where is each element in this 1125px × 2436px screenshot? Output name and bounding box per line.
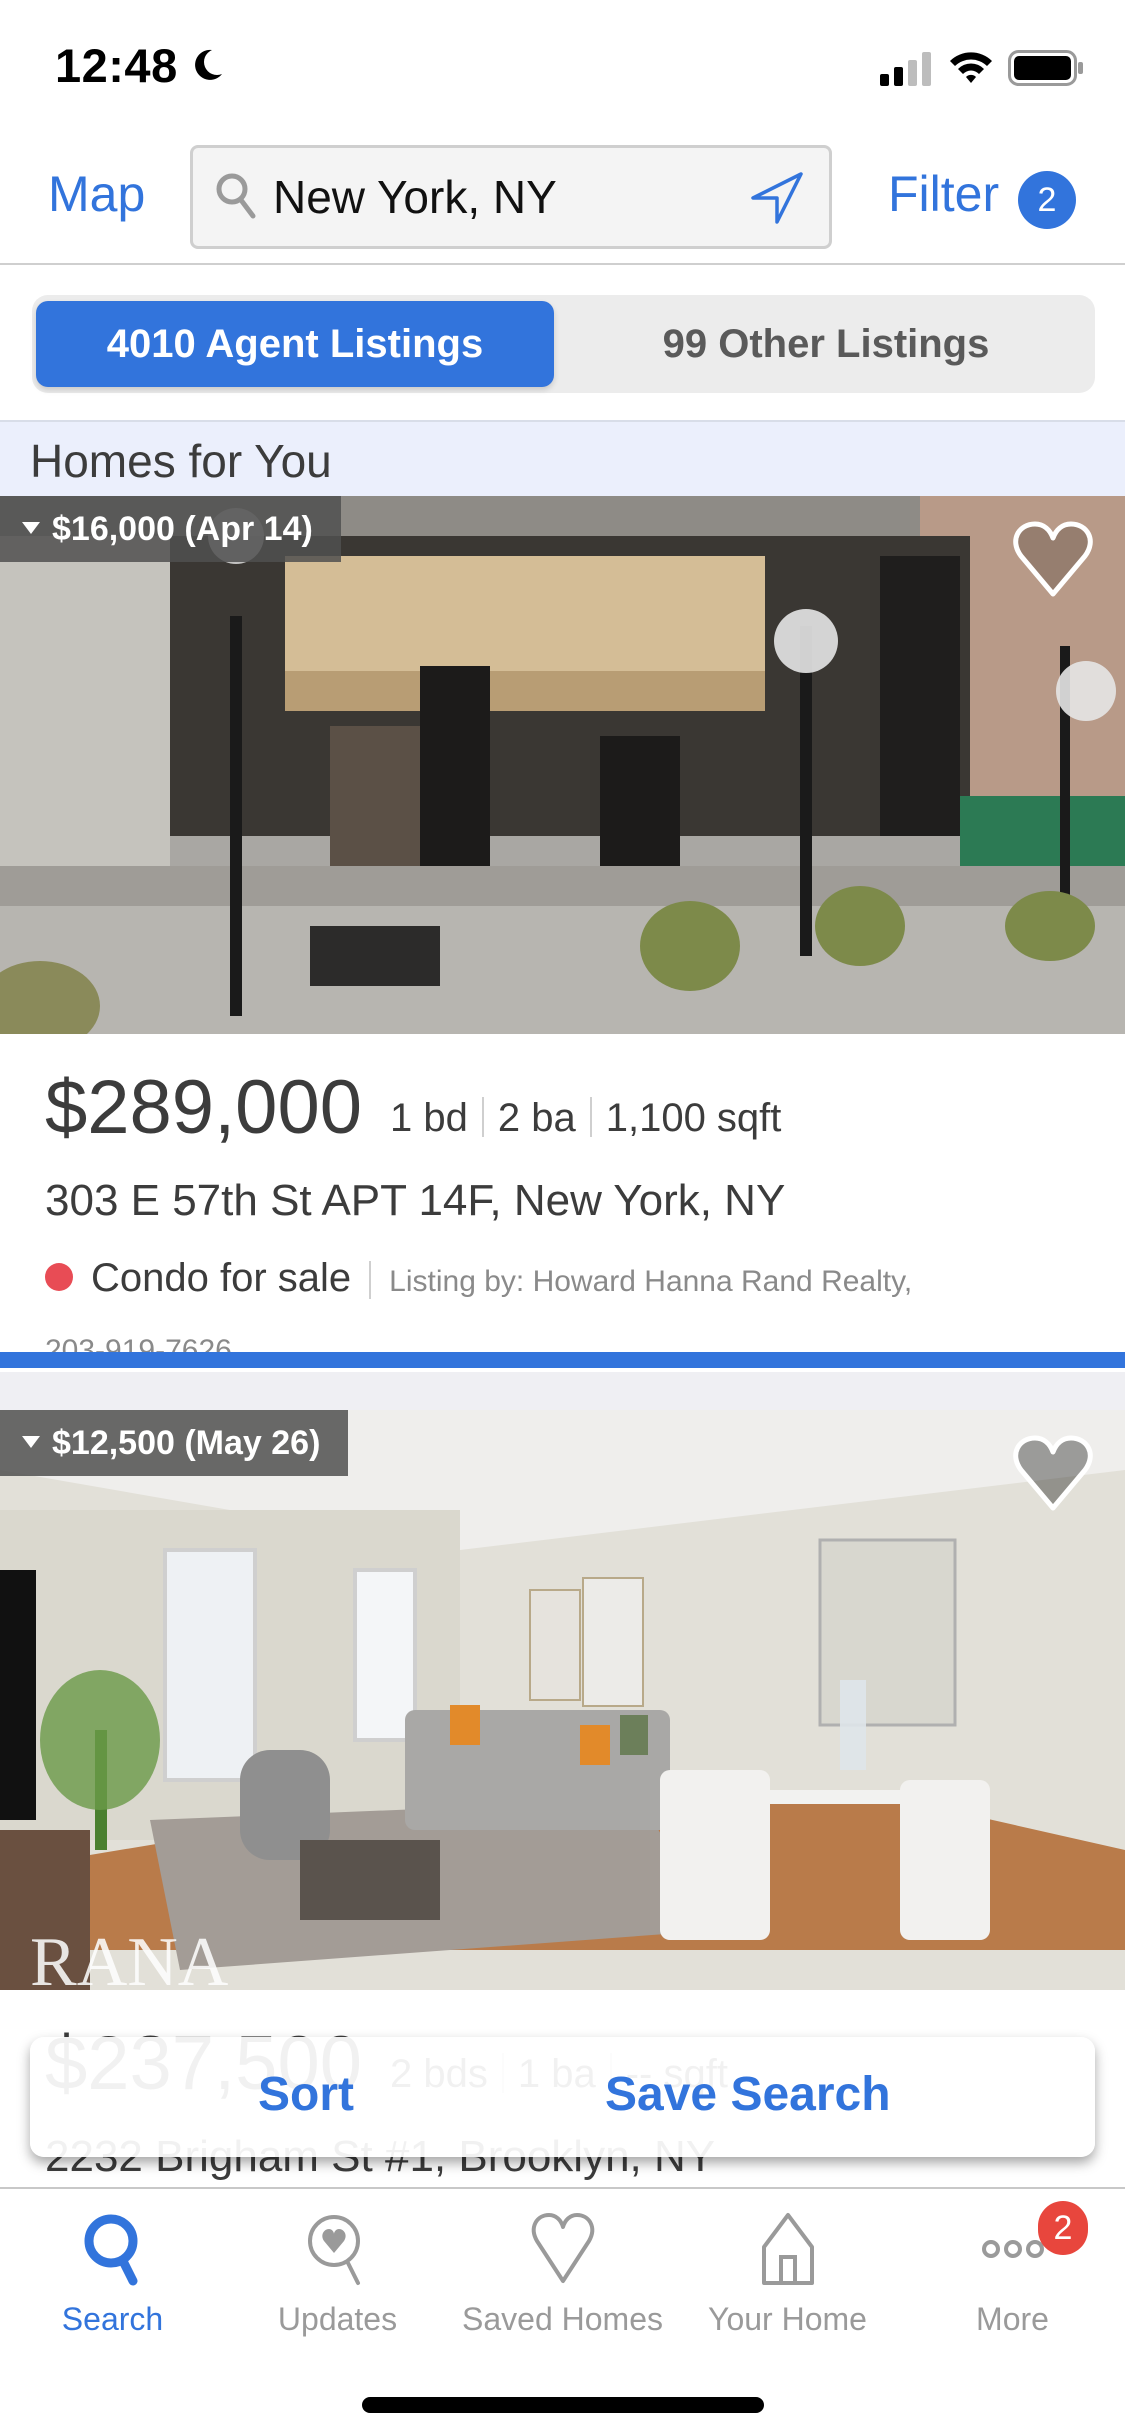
- tab-label: Saved Homes: [462, 2301, 663, 2337]
- search-icon: [216, 173, 256, 219]
- updates-icon: [307, 2215, 360, 2285]
- listing-card[interactable]: $16,000 (Apr 14) $289,000 1 bd 2 ba 1,100 …: [0, 496, 1125, 1376]
- listing-price: $289,000: [45, 1065, 362, 1150]
- home-indicator[interactable]: [362, 2397, 764, 2413]
- heart-icon[interactable]: [1011, 520, 1095, 600]
- listing-photo[interactable]: RANA $12,500 (May 26): [0, 1410, 1125, 1990]
- listing-stats: 1 bd 2 ba 1,100 sqft: [390, 1096, 781, 1141]
- down-arrow-icon: [22, 522, 40, 535]
- card-separator: [0, 1372, 1125, 1412]
- listing-type-row: Condo for sale Listing by: Howard Hanna R…: [45, 1256, 1095, 1300]
- save-search-button[interactable]: Save Search: [605, 2067, 891, 2122]
- price-drop-tag: $12,500 (May 26): [0, 1410, 349, 1476]
- section-header: Homes for You: [0, 420, 1125, 496]
- location-arrow-icon[interactable]: [747, 168, 807, 228]
- tab-label: Updates: [277, 2301, 398, 2337]
- listing-photo[interactable]: $16,000 (Apr 14): [0, 496, 1125, 1034]
- baths: 2 ba: [497, 1096, 576, 1140]
- divider: [369, 1261, 372, 1300]
- photo-watermark: RANA: [30, 1924, 229, 1990]
- tab-updates[interactable]: Updates: [225, 2209, 450, 2359]
- sort-save-action-bar: Sort Save Search: [30, 2037, 1095, 2157]
- tab-label: Search: [61, 2301, 164, 2337]
- cellular-signal-icon: [880, 52, 931, 86]
- search-header: Map New York, NY Filter 2: [0, 135, 1125, 265]
- divider: [481, 1097, 484, 1138]
- tab-more[interactable]: 2 More: [900, 2201, 1125, 2359]
- tab-agent-listings[interactable]: 4010 Agent Listings: [36, 301, 554, 387]
- search-value: New York, NY: [273, 171, 557, 223]
- card-accent-bar: [0, 1352, 1125, 1368]
- notification-badge: 2: [1038, 2201, 1088, 2255]
- moon-icon: [195, 49, 222, 80]
- down-arrow-icon: [22, 1436, 40, 1449]
- living-room-photo: RANA: [0, 1410, 1125, 1990]
- filter-count-badge[interactable]: 2: [1018, 171, 1076, 229]
- sort-button[interactable]: Sort: [258, 2067, 354, 2122]
- tab-your-home[interactable]: Your Home: [675, 2209, 900, 2359]
- sqft: 1,100 sqft: [605, 1096, 782, 1140]
- price-drop-tag: $16,000 (Apr 14): [0, 496, 341, 562]
- tab-other-listings[interactable]: 99 Other Listings: [562, 301, 1090, 387]
- filter-button[interactable]: Filter: [888, 165, 999, 223]
- battery-icon: [1008, 50, 1083, 86]
- section-title: Homes for You: [30, 435, 332, 487]
- status-time: 12:48: [55, 39, 178, 92]
- house-icon: [761, 2213, 814, 2285]
- listing-type-segmented-control: 4010 Agent Listings 99 Other Listings: [32, 295, 1095, 393]
- divider: [589, 1097, 592, 1138]
- tab-label: Your Home: [708, 2301, 867, 2337]
- wifi-icon: [950, 52, 992, 83]
- beds: 1 bd: [390, 1096, 468, 1140]
- price-drop-text: $12,500 (May 26): [52, 1424, 321, 1462]
- map-button[interactable]: Map: [48, 165, 145, 223]
- heart-icon[interactable]: [1011, 1434, 1095, 1514]
- location-search-input[interactable]: New York, NY: [190, 145, 832, 249]
- listing-details: $289,000 1 bd 2 ba 1,100 sqft 303 E 57th S…: [0, 1034, 1125, 1367]
- status-bar: 12:48: [0, 0, 1125, 135]
- tab-label: More: [976, 2301, 1049, 2337]
- price-drop-text: $16,000 (Apr 14): [52, 510, 313, 548]
- heart-icon: [531, 2213, 594, 2283]
- listing-address: 303 E 57th St APT 14F, New York, NY: [45, 1176, 786, 1225]
- listing-type: Condo for sale: [91, 1256, 352, 1300]
- building-exterior-photo: [0, 496, 1125, 1034]
- tab-search[interactable]: Search: [0, 2209, 225, 2359]
- tab-saved-homes[interactable]: Saved Homes: [450, 2209, 675, 2359]
- status-dot-icon: [45, 1263, 73, 1292]
- listing-agent: Listing by: Howard Hanna Rand Realty,: [389, 1265, 913, 1298]
- search-icon: [84, 2214, 137, 2286]
